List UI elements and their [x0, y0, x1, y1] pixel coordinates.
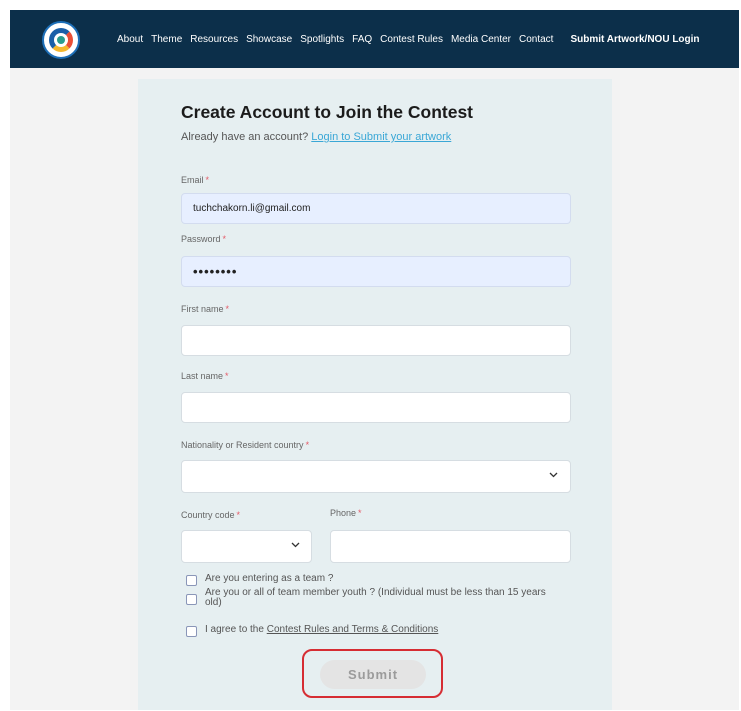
team-checkbox[interactable]	[186, 575, 197, 586]
last-name-label-text: Last name	[181, 371, 224, 381]
required-mark: *	[222, 234, 227, 244]
nav-showcase[interactable]: Showcase	[246, 34, 292, 45]
contest-logo-icon[interactable]	[42, 21, 80, 59]
country-code-select[interactable]	[181, 530, 312, 563]
email-label: Email *	[181, 175, 209, 185]
login-prompt: Already have an account? Login to Submit…	[181, 131, 451, 143]
page: About Theme Resources Showcase Spotlight…	[10, 10, 739, 710]
phone-label-text: Phone	[330, 508, 357, 518]
last-name-field[interactable]	[181, 392, 571, 423]
youth-question: Are you or all of team member youth ? (I…	[205, 587, 546, 608]
nationality-select[interactable]	[181, 460, 571, 493]
nav-media-center[interactable]: Media Center	[451, 34, 511, 45]
phone-label: Phone *	[330, 508, 362, 518]
submit-highlight: Submit	[302, 649, 443, 698]
submit-button[interactable]: Submit	[320, 660, 426, 689]
required-mark: *	[205, 175, 210, 185]
nav-contact[interactable]: Contact	[519, 34, 553, 45]
email-field[interactable]	[181, 193, 571, 224]
password-field[interactable]	[181, 256, 571, 287]
nav-spotlights[interactable]: Spotlights	[300, 34, 344, 45]
country-code-label: Country code *	[181, 510, 240, 520]
nav-faq[interactable]: FAQ	[352, 34, 372, 45]
agree-checkbox-row: I agree to the Contest Rules and Terms &…	[186, 625, 438, 637]
nav-about[interactable]: About	[117, 34, 143, 45]
nav-contest-rules[interactable]: Contest Rules	[380, 34, 443, 45]
already-account-text: Already have an account?	[181, 131, 309, 143]
team-question: Are you entering as a team ?	[205, 573, 334, 584]
country-code-label-text: Country code	[181, 510, 235, 520]
form-title: Create Account to Join the Contest	[181, 102, 474, 122]
logo-core	[57, 36, 65, 44]
nav-theme[interactable]: Theme	[151, 34, 182, 45]
chevron-down-icon	[549, 472, 558, 480]
nav-links: About Theme Resources Showcase Spotlight…	[117, 10, 700, 68]
nationality-label-text: Nationality or Resident country	[181, 440, 304, 450]
youth-checkbox-row: Are you or all of team member youth ? (I…	[186, 588, 565, 608]
required-mark: *	[236, 510, 241, 520]
agree-text: I agree to the Contest Rules and Terms &…	[205, 625, 438, 635]
first-name-label-text: First name	[181, 304, 224, 314]
youth-checkbox[interactable]	[186, 594, 197, 605]
chevron-down-icon	[291, 542, 300, 550]
email-label-text: Email	[181, 175, 204, 185]
nationality-label: Nationality or Resident country *	[181, 440, 309, 450]
nav-resources[interactable]: Resources	[190, 34, 238, 45]
required-mark: *	[358, 508, 362, 518]
terms-link[interactable]: Contest Rules and Terms & Conditions	[267, 624, 439, 635]
required-mark: *	[225, 371, 229, 381]
first-name-label: First name *	[181, 304, 229, 314]
login-link[interactable]: Login to Submit your artwork	[311, 131, 451, 143]
signup-form-card: Create Account to Join the Contest Alrea…	[138, 79, 612, 710]
last-name-label: Last name *	[181, 371, 229, 381]
password-label-text: Password	[181, 234, 221, 244]
agree-checkbox[interactable]	[186, 626, 197, 637]
required-mark: *	[305, 440, 310, 450]
first-name-field[interactable]	[181, 325, 571, 356]
team-checkbox-row: Are you entering as a team ?	[186, 574, 333, 586]
phone-field[interactable]	[330, 530, 571, 563]
nav-submit-login[interactable]: Submit Artwork/NOU Login	[570, 34, 699, 45]
top-navbar: About Theme Resources Showcase Spotlight…	[10, 10, 739, 68]
agree-prefix: I agree to the	[205, 624, 264, 635]
password-label: Password *	[181, 234, 226, 244]
required-mark: *	[225, 304, 230, 314]
